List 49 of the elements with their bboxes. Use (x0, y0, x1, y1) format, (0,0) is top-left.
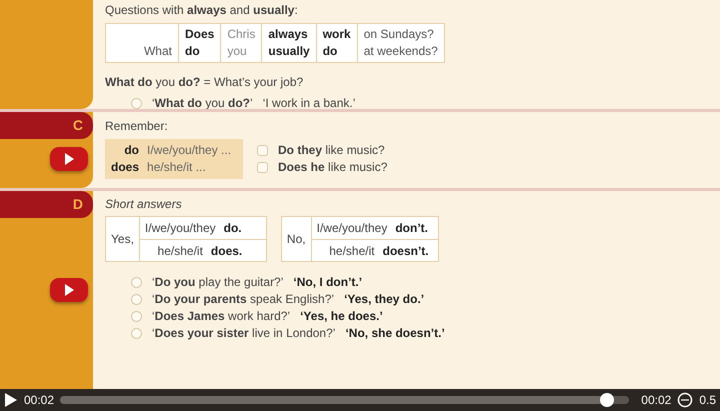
progress-thumb[interactable] (600, 393, 614, 407)
example-answer: ‘No, she doesn’t.’ (345, 325, 445, 342)
play-button[interactable] (50, 147, 88, 171)
example-sentence: Does he like music? (278, 159, 388, 176)
table-cell: Chris you (220, 24, 262, 62)
example-answer: ‘No, I don’t.’ (293, 274, 362, 291)
bullet-icon (131, 328, 142, 339)
heading: Remember: (105, 118, 169, 135)
table-cell: always usually (261, 24, 316, 62)
table-cell-text: Yes, (110, 231, 135, 248)
example-question: ‘Do you play the guitar?’ (152, 274, 284, 291)
table-cell-text: What (142, 43, 173, 60)
table-cell-text: I/we/you/they don’t. (316, 220, 429, 237)
example-question: ‘Does your sister live in London?’ (152, 325, 336, 342)
table-cell: work do (316, 24, 357, 62)
note-text: What do you do? = What’s your job? (105, 74, 304, 91)
subject-text: I/we/you/they ... (147, 142, 232, 159)
bullet-icon (131, 98, 142, 108)
verb-text: do (124, 142, 140, 159)
play-icon (64, 284, 74, 296)
example-question: ‘Do your parents speak English?’ (152, 291, 334, 308)
table-cell-text: I/we/you/they do. (144, 220, 243, 237)
bullet-icon (131, 294, 142, 305)
verb-text: does (111, 159, 140, 176)
table-cell: on Sundays? at weekends? (356, 24, 444, 62)
example-question: ‘What do you do?’ (152, 95, 253, 112)
example-answer: ‘Yes, he does.’ (300, 308, 383, 325)
table-cell: he/she/it doesn’t. (312, 239, 438, 261)
captions-icon[interactable] (677, 392, 694, 408)
checkbox-icon (257, 162, 268, 173)
play-icon (64, 153, 74, 165)
duration-time: 00:02 (641, 392, 672, 409)
example-answer: ‘I work in a bank.’ (262, 95, 356, 112)
example-question: ‘Does James work hard?’ (152, 308, 290, 325)
table-cell-text: No, (286, 231, 307, 248)
current-time: 00:02 (24, 392, 54, 409)
subject-text: he/she/it ... (147, 159, 207, 176)
bullet-icon (131, 277, 142, 288)
heading: Questions with always and usually: (105, 2, 299, 19)
checkbox-icon (257, 145, 268, 156)
table-cell: he/she/it does. (140, 239, 266, 261)
play-icon[interactable] (4, 392, 18, 408)
bullet-icon (131, 311, 142, 322)
play-button[interactable] (50, 278, 88, 302)
heading: Short answers (105, 196, 183, 213)
table-cell: Does do (178, 24, 220, 62)
playback-speed[interactable]: 0.5 (699, 391, 716, 409)
example-answer: ‘Yes, they do.’ (344, 291, 424, 308)
example-sentence: Do they like music? (278, 142, 385, 159)
